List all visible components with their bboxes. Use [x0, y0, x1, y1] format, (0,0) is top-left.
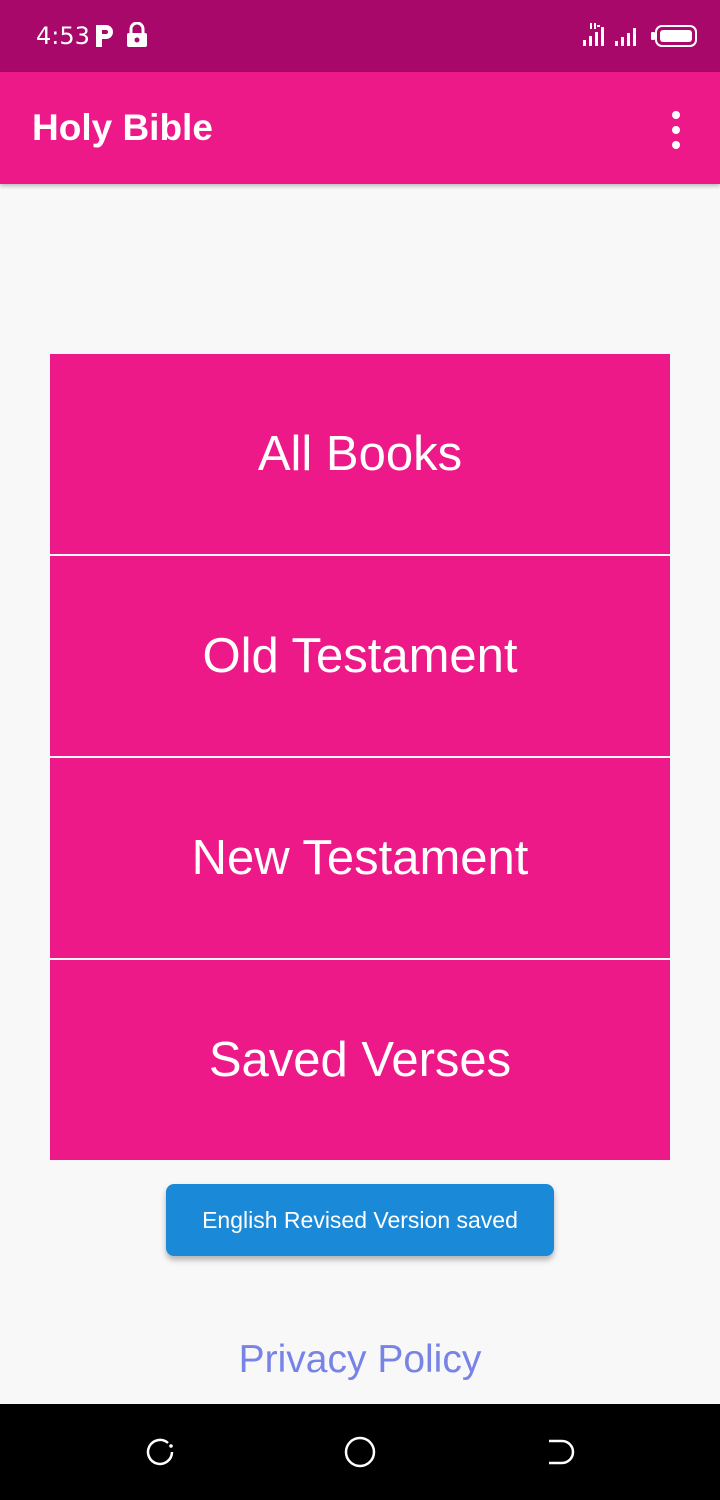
back-icon — [549, 1439, 575, 1465]
recents-icon — [146, 1438, 174, 1466]
overflow-menu-button[interactable] — [656, 110, 696, 150]
nav-bar — [0, 1404, 720, 1500]
signal-4g-icon — [583, 23, 604, 46]
all-books-button[interactable]: All Books — [50, 354, 670, 554]
parking-icon — [96, 25, 113, 47]
old-testament-label: Old Testament — [202, 629, 518, 683]
signal-icon — [615, 28, 636, 46]
status-bar: 4:53 — [0, 0, 720, 72]
saved-verses-label: Saved Verses — [208, 1033, 512, 1087]
app-bar: Holy Bible — [0, 72, 720, 184]
privacy-policy-link[interactable]: Privacy Policy — [0, 1334, 720, 1386]
toast-text: English Revised Version saved — [202, 1206, 518, 1233]
app-title: Holy Bible — [32, 107, 213, 148]
battery-icon — [651, 25, 697, 47]
recents-button[interactable] — [136, 1428, 184, 1476]
toast-message: English Revised Version saved — [166, 1184, 554, 1256]
all-books-label: All Books — [257, 427, 463, 481]
home-button[interactable] — [336, 1428, 384, 1476]
home-icon — [344, 1436, 376, 1468]
more-vert-icon — [672, 111, 680, 149]
saved-verses-button[interactable]: Saved Verses — [50, 960, 670, 1160]
lock-icon — [127, 22, 147, 47]
new-testament-button[interactable]: New Testament — [50, 758, 670, 958]
old-testament-button[interactable]: Old Testament — [50, 556, 670, 756]
status-time: 4:53 — [36, 22, 90, 50]
new-testament-label: New Testament — [191, 831, 529, 885]
back-button[interactable] — [536, 1428, 584, 1476]
